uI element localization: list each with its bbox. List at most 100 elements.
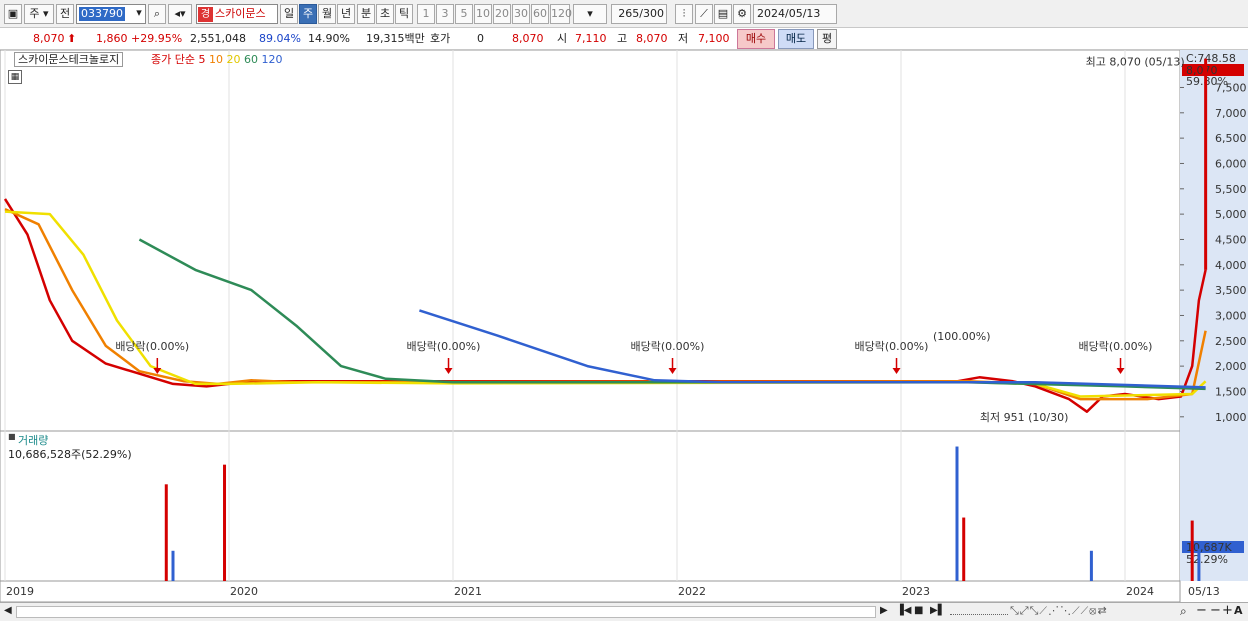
ma10-label: 10 bbox=[208, 53, 223, 66]
settings-icon[interactable]: ⚙ bbox=[733, 4, 751, 24]
price-tick-label: 1,000 bbox=[1215, 411, 1247, 424]
price-panel bbox=[0, 49, 1181, 433]
low-annotation: 최저 951 (10/30) bbox=[980, 411, 1069, 424]
auto-scale-icon[interactable]: A bbox=[1234, 604, 1243, 617]
stock-legend: 스카이문스테크놀로지 bbox=[14, 52, 124, 67]
period-day[interactable]: 일 bbox=[280, 4, 298, 24]
period-minute[interactable]: 분 bbox=[357, 4, 375, 24]
zoom-minus-icon[interactable]: − bbox=[1210, 603, 1221, 618]
year-tick-label: 2020 bbox=[230, 585, 258, 598]
high-label: 고 bbox=[617, 32, 628, 45]
price-change-pct: +29.95% bbox=[131, 32, 183, 45]
dividend-label: 배당락(0.00%) bbox=[855, 340, 929, 353]
interval-1[interactable]: 1 bbox=[417, 4, 435, 24]
period-month[interactable]: 월 bbox=[318, 4, 336, 24]
split-label: (100.00%) bbox=[933, 330, 991, 343]
period-dropdown[interactable]: 주 ▾ bbox=[24, 4, 54, 24]
volume-ratio: 89.04% bbox=[259, 32, 301, 45]
first-page-icon[interactable]: ▐◀ bbox=[896, 605, 911, 616]
volume-bar bbox=[1197, 548, 1201, 581]
interval-60[interactable]: 60 bbox=[531, 4, 549, 24]
period-year[interactable]: 년 bbox=[337, 4, 355, 24]
stock-name: 스카이문스 bbox=[215, 7, 266, 20]
scroll-right-icon[interactable]: ▶ bbox=[880, 605, 888, 616]
ma-legend: 종가 단순 5 10 20 60 120 bbox=[151, 53, 282, 66]
count-total: /300 bbox=[639, 7, 664, 20]
interval-3[interactable]: 3 bbox=[436, 4, 454, 24]
interval-120[interactable]: 120 bbox=[550, 4, 572, 24]
volume-value: 2,551,048 bbox=[190, 32, 246, 45]
code-dropdown-icon[interactable]: ▾ bbox=[132, 4, 146, 24]
save-icon[interactable]: ▤ bbox=[714, 4, 732, 24]
grid-table-icon[interactable]: ▦ bbox=[8, 70, 22, 84]
ma20-label: 20 bbox=[226, 53, 241, 66]
turnover: 14.90% bbox=[308, 32, 350, 45]
count-field[interactable]: 265/300 bbox=[611, 4, 667, 24]
period-second[interactable]: 초 bbox=[376, 4, 394, 24]
date-field[interactable]: 2024/05/13 bbox=[753, 4, 837, 24]
stock-name-field[interactable]: 경 스카이문스 bbox=[196, 4, 278, 24]
warning-tag: 경 bbox=[198, 7, 213, 22]
interval-20[interactable]: 20 bbox=[493, 4, 511, 24]
trade-amount: 19,315백만 bbox=[366, 32, 425, 45]
price-tick-label: 6,500 bbox=[1215, 132, 1247, 145]
stop-icon[interactable]: ■ bbox=[914, 605, 923, 616]
interval-5[interactable]: 5 bbox=[455, 4, 473, 24]
ma5-label: 5 bbox=[198, 53, 206, 66]
date-value: 2024/05/13 bbox=[757, 7, 821, 20]
layout-icon[interactable]: ▣ bbox=[4, 4, 22, 24]
chart-area[interactable]: 2019 2020 2021 2022 2023 2024 05/13 7,500 7,000 6… bbox=[0, 49, 1248, 603]
price-change: 1,860 bbox=[96, 32, 128, 45]
sell-button[interactable]: 매도 bbox=[778, 29, 814, 49]
volume-bar bbox=[955, 446, 959, 581]
volume-panel bbox=[0, 430, 1181, 582]
drawing-tools-icon[interactable]: ⤡⤢⤡⟋⋰⋱⟋⟋⦻⇄ bbox=[1010, 604, 1108, 618]
zoom-search-icon[interactable]: ⌕ bbox=[1180, 604, 1187, 619]
ma60-label: 60 bbox=[243, 53, 258, 66]
price-tick-label: 6,000 bbox=[1215, 157, 1247, 170]
volume-panel-value: 10,686,528주(52.29%) bbox=[8, 448, 132, 461]
year-tick-label: 2019 bbox=[6, 585, 34, 598]
high-annotation: 최고 8,070 (05/13) bbox=[1086, 56, 1185, 69]
price-tick-label: 2,500 bbox=[1215, 335, 1247, 348]
current-price: 8,070 bbox=[33, 32, 65, 45]
ma120-label: 120 bbox=[261, 53, 283, 66]
hoga-value: 0 bbox=[477, 32, 484, 45]
open-value: 7,110 bbox=[575, 32, 607, 45]
price-chart-svg[interactable]: 2019 2020 2021 2022 2023 2024 05/137,5007,0006… bbox=[0, 49, 1248, 603]
custom-interval-dropdown[interactable]: ▾ bbox=[573, 4, 607, 24]
price-tick-label: 4,000 bbox=[1215, 259, 1247, 272]
volume-bar bbox=[1089, 550, 1093, 581]
volume-panel-marker-icon: ■ bbox=[8, 432, 16, 441]
period-week[interactable]: 주 bbox=[299, 4, 317, 24]
eval-button[interactable]: 평 bbox=[817, 29, 837, 49]
ask-price: 8,070 bbox=[512, 32, 544, 45]
year-tick-label: 2022 bbox=[678, 585, 706, 598]
search-icon[interactable]: ⌕ bbox=[148, 4, 166, 24]
code-value: 033790 bbox=[79, 7, 125, 21]
time-axis-bg bbox=[0, 580, 1181, 603]
low-value: 7,100 bbox=[698, 32, 730, 45]
period-dropdown-label: 주 bbox=[29, 7, 40, 20]
dividend-label: 배당락(0.00%) bbox=[115, 340, 189, 353]
price-tick-label: 4,500 bbox=[1215, 233, 1247, 246]
toolbar: ▣ 주 ▾ 전 033790 ▾ ⌕ ◂▾ 경 스카이문스 일 주 월 년 분 … bbox=[0, 0, 1248, 28]
scrollbar-track[interactable] bbox=[16, 606, 876, 618]
last-page-icon[interactable]: ▶▌ bbox=[930, 605, 945, 616]
volume-bar bbox=[164, 484, 168, 581]
zoom-out-icon[interactable]: − bbox=[1196, 603, 1207, 618]
candle-icon[interactable]: ⫶ bbox=[675, 4, 693, 24]
range-slider[interactable] bbox=[950, 611, 1008, 615]
interval-30[interactable]: 30 bbox=[512, 4, 530, 24]
speaker-icon[interactable]: ◂▾ bbox=[168, 4, 192, 24]
price-tick-label: 1,500 bbox=[1215, 385, 1247, 398]
period-tick[interactable]: 틱 bbox=[395, 4, 413, 24]
hoga-label: 호가 bbox=[430, 32, 451, 45]
interval-10[interactable]: 10 bbox=[474, 4, 492, 24]
zoom-in-icon[interactable]: + bbox=[1222, 603, 1233, 618]
line-tool-icon[interactable]: ⟋ bbox=[695, 4, 713, 24]
prev-button[interactable]: 전 bbox=[56, 4, 74, 24]
buy-button[interactable]: 매수 bbox=[737, 29, 775, 49]
scroll-left-icon[interactable]: ◀ bbox=[4, 605, 12, 616]
price-tick-label: 3,000 bbox=[1215, 309, 1247, 322]
